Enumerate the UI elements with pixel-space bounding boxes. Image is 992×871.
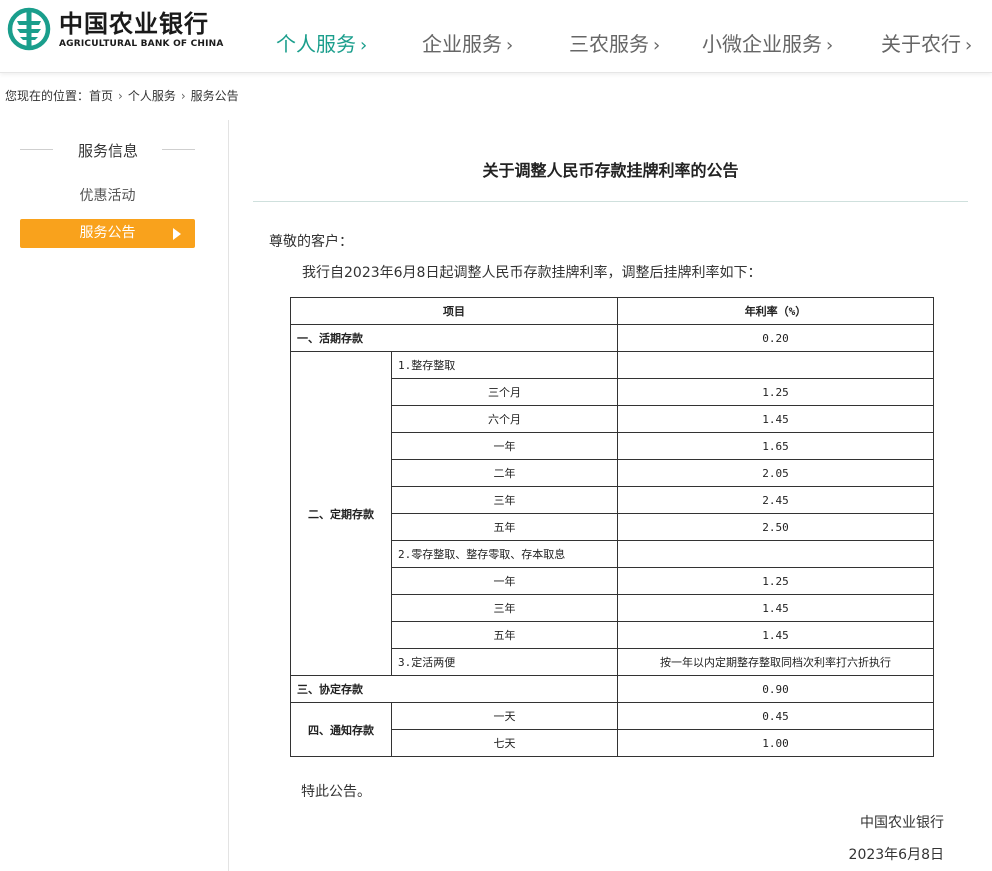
nav-about-abc[interactable]: 关于农行 › [881, 28, 972, 57]
nav-label: 三农服务 [569, 32, 649, 56]
chevron-right-icon: › [965, 35, 973, 56]
logo-english-name: AGRICULTURAL BANK OF CHINA [59, 38, 224, 49]
signature-bank: 中国农业银行 [860, 815, 944, 831]
nav-label: 个人服务 [276, 32, 356, 56]
table-row: 一、活期存款 0.20 [290, 324, 934, 352]
nav-label: 小微企业服务 [702, 32, 822, 56]
nav-label: 关于农行 [881, 32, 961, 56]
breadcrumb-home[interactable]: 首页 [89, 89, 113, 103]
table-cell-term: 五年 [391, 621, 618, 649]
divider [253, 201, 968, 202]
nav-personal-services[interactable]: 个人服务 › [276, 28, 367, 57]
table-cell-rate: 1.45 [617, 405, 934, 433]
table-cell-rate: 2.05 [617, 459, 934, 487]
chevron-right-icon: › [506, 35, 514, 56]
greeting: 尊敬的客户： [269, 234, 353, 250]
sidebar-item-label: 服务公告 [79, 225, 136, 241]
breadcrumb: 您现在的位置：首页 › 个人服务 › 服务公告 [5, 87, 239, 104]
table-header-row: 项目 年利率（%） [290, 297, 934, 325]
table-cell-category: 一、活期存款 [290, 324, 618, 352]
nav-rural-services[interactable]: 三农服务 › [569, 28, 660, 57]
table-cell-category: 三、协定存款 [290, 675, 618, 703]
table-cell-subcategory: 2.零存整取、整存零取、存本取息 [391, 540, 618, 568]
table-cell-term: 二年 [391, 459, 618, 487]
closing-remark: 特此公告。 [301, 784, 371, 800]
intro-paragraph: 我行自2023年6月8日起调整人民币存款挂牌利率，调整后挂牌利率如下： [302, 265, 762, 281]
sidebar-item-service-notices[interactable]: 服务公告 [20, 219, 195, 248]
sidebar-item-promotions[interactable]: 优惠活动 [20, 182, 195, 211]
chevron-right-icon: › [180, 89, 186, 103]
abc-logo-icon [7, 7, 51, 51]
table-row: 二、定期存款 1.整存整取 [290, 351, 934, 676]
sidebar: 服务信息 优惠活动 服务公告 [0, 120, 228, 871]
table-cell-category: 四、通知存款 [290, 702, 392, 757]
table-header-rate: 年利率（%） [617, 297, 934, 325]
table-cell-subcategory: 1.整存整取 [391, 351, 618, 379]
table-cell-rate [617, 351, 934, 379]
table-cell-term: 三年 [391, 486, 618, 514]
table-cell-term: 三个月 [391, 378, 618, 406]
article-content: 关于调整人民币存款挂牌利率的公告 尊敬的客户： 我行自2023年6月8日起调整人… [229, 120, 992, 871]
chevron-right-icon: › [826, 35, 834, 56]
logo-chinese-name: 中国农业银行 [59, 9, 209, 38]
table-cell-rate [617, 540, 934, 568]
table-cell-rate: 1.25 [617, 378, 934, 406]
table-cell-rate: 1.00 [617, 729, 934, 757]
sidebar-heading: 服务信息 [20, 140, 196, 160]
table-cell-category: 二、定期存款 [290, 351, 392, 676]
table-cell-term: 一年 [391, 432, 618, 460]
site-header: 中国农业银行 AGRICULTURAL BANK OF CHINA 个人服务 › … [0, 0, 992, 73]
table-cell-rate: 2.45 [617, 486, 934, 514]
table-row: 四、通知存款 一天 0.45 [290, 702, 934, 757]
breadcrumb-prefix: 您现在的位置： [5, 89, 90, 103]
table-row: 三、协定存款 0.90 [290, 675, 934, 703]
table-cell-term: 七天 [391, 729, 618, 757]
table-cell-term: 五年 [391, 513, 618, 541]
table-cell-term: 三年 [391, 594, 618, 622]
table-cell-rate: 1.25 [617, 567, 934, 595]
logo[interactable]: 中国农业银行 AGRICULTURAL BANK OF CHINA [7, 7, 224, 51]
nav-small-business-services[interactable]: 小微企业服务 › [702, 28, 833, 57]
rate-table: 项目 年利率（%） 一、活期存款 0.20 二、定期存款 1.整存整取 三个月 … [290, 297, 934, 757]
nav-label: 企业服务 [422, 32, 502, 56]
table-cell-rate: 2.50 [617, 513, 934, 541]
table-cell-term: 一天 [391, 702, 618, 730]
signature-date: 2023年6月8日 [848, 847, 944, 863]
chevron-right-icon: › [118, 89, 123, 103]
triangle-right-icon [173, 228, 181, 240]
logo-text: 中国农业银行 AGRICULTURAL BANK OF CHINA [59, 10, 224, 49]
sidebar-title: 服务信息 [77, 142, 138, 160]
page-title: 关于调整人民币存款挂牌利率的公告 [482, 161, 739, 180]
table-cell-rate: 0.90 [617, 675, 934, 703]
table-cell-subcategory: 3.定活两便 [391, 648, 618, 676]
table-cell-rate: 0.20 [617, 324, 934, 352]
table-cell-term: 一年 [391, 567, 618, 595]
divider [162, 149, 195, 150]
table-cell-rate: 1.65 [617, 432, 934, 460]
table-cell-rate: 1.45 [617, 621, 934, 649]
breadcrumb-personal-services[interactable]: 个人服务 [128, 89, 176, 103]
nav-corporate-services[interactable]: 企业服务 › [422, 28, 513, 57]
table-cell-rate: 1.45 [617, 594, 934, 622]
chevron-right-icon: › [360, 35, 368, 56]
breadcrumb-service-notice[interactable]: 服务公告 [191, 89, 239, 103]
table-header-item: 项目 [290, 297, 618, 325]
sidebar-item-label: 优惠活动 [79, 188, 136, 204]
chevron-right-icon: › [653, 35, 661, 56]
table-cell-term: 六个月 [391, 405, 618, 433]
table-cell-rate: 按一年以内定期整存整取同档次利率打六折执行 [617, 648, 934, 676]
table-cell-rate: 0.45 [617, 702, 934, 730]
